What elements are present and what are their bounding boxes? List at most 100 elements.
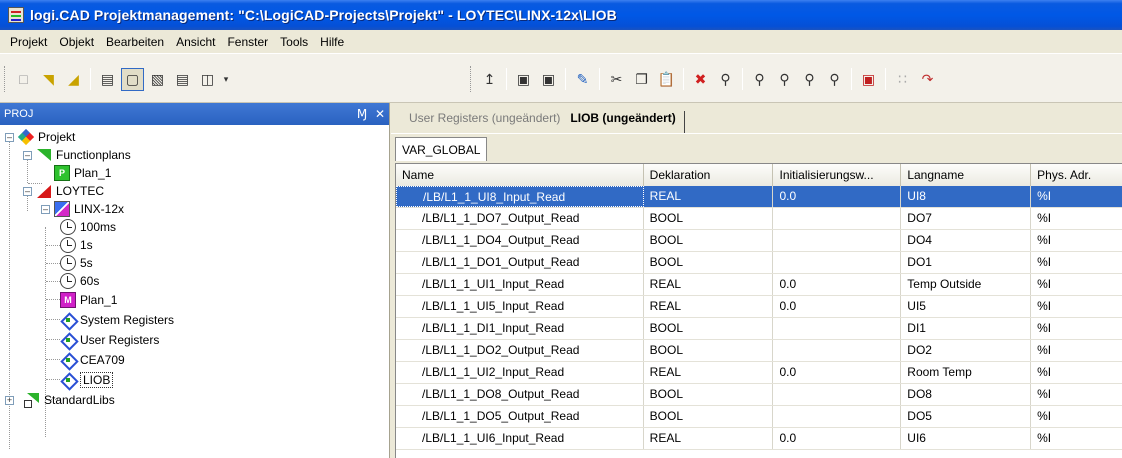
table-cell[interactable]: %I: [1031, 252, 1122, 273]
menu-ansicht[interactable]: Ansicht: [170, 35, 221, 49]
tree-node-60s[interactable]: 60s: [60, 272, 99, 290]
properties-icon[interactable]: ▤: [96, 68, 119, 91]
tree-node-cea709[interactable]: CEA709: [60, 351, 125, 369]
table-cell[interactable]: %I: [1031, 186, 1122, 207]
collapse-icon[interactable]: –: [41, 204, 50, 214]
table-cell[interactable]: [773, 384, 902, 405]
tree-node-projekt[interactable]: – Projekt: [5, 128, 75, 146]
table-cell[interactable]: %I: [1031, 318, 1122, 339]
pin-icon[interactable]: Ɱ: [353, 107, 371, 121]
table-cell[interactable]: /LB/L1_1_DO5_Output_Read: [396, 406, 644, 427]
table-cell[interactable]: %I: [1031, 208, 1122, 229]
column-initialisierungswert[interactable]: Initialisierungsw...: [773, 164, 902, 186]
table-cell[interactable]: DO8: [901, 384, 1032, 405]
tree-node-plan-1-linx[interactable]: M Plan_1: [60, 291, 117, 309]
open-project-icon[interactable]: ◢: [62, 68, 85, 91]
tree-node-loytec[interactable]: – LOYTEC: [23, 182, 104, 200]
tree-node-plan-1-functionplans[interactable]: P Plan_1: [54, 164, 111, 182]
table-cell[interactable]: 0.0: [773, 362, 902, 383]
table-cell[interactable]: REAL: [644, 186, 774, 207]
table-cell[interactable]: DO7: [901, 208, 1032, 229]
table-cell[interactable]: DO5: [901, 406, 1032, 427]
zoom-out-icon[interactable]: ⚲: [773, 68, 796, 91]
table-cell[interactable]: /LB/L1_1_DO4_Output_Read: [396, 230, 644, 251]
new-icon[interactable]: □: [12, 68, 35, 91]
frame-select-icon[interactable]: ▣: [857, 68, 880, 91]
project-window-icon[interactable]: ▢: [121, 67, 144, 91]
table-cell[interactable]: /LB/L1_1_UI8_Input_Read: [396, 186, 644, 207]
table-cell[interactable]: /LB/L1_1_UI1_Input_Read: [396, 274, 644, 295]
title-bar[interactable]: logi.CAD Projektmanagement: "C:\LogiCAD-…: [0, 0, 1122, 30]
table-cell[interactable]: %I: [1031, 296, 1122, 317]
table-row[interactable]: /LB/L1_1_DO5_Output_Read BOOL DO5 %I: [396, 406, 1122, 428]
toolbar-grip[interactable]: [470, 66, 473, 92]
tab-user-registers[interactable]: User Registers (ungeändert): [409, 111, 566, 133]
table-row[interactable]: /LB/L1_1_UI8_Input_Read REAL 0.0 UI8 %I: [396, 186, 1122, 208]
table-cell[interactable]: %I: [1031, 428, 1122, 449]
delete-icon[interactable]: ✖: [689, 68, 712, 91]
table-cell[interactable]: REAL: [644, 428, 774, 449]
table-cell[interactable]: /LB/L1_1_DO2_Output_Read: [396, 340, 644, 361]
toolbar-grip[interactable]: [4, 66, 7, 92]
table-cell[interactable]: UI5: [901, 296, 1032, 317]
table-cell[interactable]: %I: [1031, 362, 1122, 383]
menu-hilfe[interactable]: Hilfe: [314, 35, 350, 49]
column-deklaration[interactable]: Deklaration: [643, 164, 774, 186]
table-cell[interactable]: [773, 230, 902, 251]
table-cell[interactable]: %I: [1031, 340, 1122, 361]
tree-node-1s[interactable]: 1s: [60, 236, 93, 254]
up-folder-icon[interactable]: ↥: [478, 68, 501, 91]
table-cell[interactable]: BOOL: [644, 252, 774, 273]
table-cell[interactable]: 0.0: [773, 296, 902, 317]
table-row[interactable]: /LB/L1_1_DO4_Output_Read BOOL DO4 %I: [396, 230, 1122, 252]
table-cell[interactable]: [773, 406, 902, 427]
table-cell[interactable]: Room Temp: [901, 362, 1032, 383]
menu-projekt[interactable]: Projekt: [4, 35, 53, 49]
column-langname[interactable]: Langname: [901, 164, 1032, 186]
tree-node-linx-12x[interactable]: – LINX-12x: [41, 200, 124, 218]
table-cell[interactable]: [773, 252, 902, 273]
table-cell[interactable]: BOOL: [644, 318, 774, 339]
tree-node-user-registers[interactable]: User Registers: [60, 331, 159, 349]
tree-node-100ms[interactable]: 100ms: [60, 218, 116, 236]
table-cell[interactable]: /LB/L1_1_UI5_Input_Read: [396, 296, 644, 317]
save-as-icon[interactable]: ▣: [537, 68, 560, 91]
tree-node-5s[interactable]: 5s: [60, 254, 93, 272]
zoom-in-icon[interactable]: ⚲: [748, 68, 771, 91]
table-cell[interactable]: [773, 318, 902, 339]
table-row[interactable]: /LB/L1_1_DI1_Input_Read BOOL DI1 %I: [396, 318, 1122, 340]
table-cell[interactable]: /LB/L1_1_UI6_Input_Read: [396, 428, 644, 449]
copy-icon[interactable]: ❐: [630, 68, 653, 91]
tile-horizontal-icon[interactable]: ▤: [171, 68, 194, 91]
table-row[interactable]: /LB/L1_1_DO1_Output_Read BOOL DO1 %I: [396, 252, 1122, 274]
connect-icon[interactable]: ↷: [916, 68, 939, 91]
table-cell[interactable]: DO2: [901, 340, 1032, 361]
table-cell[interactable]: %I: [1031, 274, 1122, 295]
tile-vertical-icon[interactable]: ◫: [196, 68, 219, 91]
collapse-icon[interactable]: –: [23, 186, 32, 196]
column-phys-adr[interactable]: Phys. Adr.: [1031, 164, 1122, 186]
open-folder-icon[interactable]: ◥: [37, 68, 60, 91]
table-row[interactable]: /LB/L1_1_UI2_Input_Read REAL 0.0 Room Temp%…: [396, 362, 1122, 384]
table-cell[interactable]: %I: [1031, 406, 1122, 427]
table-cell[interactable]: /LB/L1_1_UI2_Input_Read: [396, 362, 644, 383]
collapse-icon[interactable]: –: [5, 132, 14, 142]
table-cell[interactable]: REAL: [644, 296, 774, 317]
close-icon[interactable]: ✕: [371, 107, 389, 121]
table-row[interactable]: /LB/L1_1_UI1_Input_Read REAL 0.0 Temp Outsi…: [396, 274, 1122, 296]
table-cell[interactable]: 0.0: [773, 186, 902, 207]
tab-var-global[interactable]: VAR_GLOBAL: [395, 137, 488, 161]
table-cell[interactable]: UI8: [901, 186, 1032, 207]
table-row[interactable]: /LB/L1_1_DO8_Output_Read BOOL DO8 %I: [396, 384, 1122, 406]
menu-tools[interactable]: Tools: [274, 35, 314, 49]
tree-node-system-registers[interactable]: System Registers: [60, 311, 174, 329]
table-cell[interactable]: %I: [1031, 384, 1122, 405]
table-cell[interactable]: DO1: [901, 252, 1032, 273]
edit-icon[interactable]: ✎: [571, 68, 594, 91]
table-cell[interactable]: DI1: [901, 318, 1032, 339]
table-cell[interactable]: BOOL: [644, 230, 774, 251]
table-cell[interactable]: BOOL: [644, 384, 774, 405]
tree-node-standardlibs[interactable]: + StandardLibs: [5, 391, 115, 409]
table-cell[interactable]: UI6: [901, 428, 1032, 449]
table-cell[interactable]: [773, 340, 902, 361]
